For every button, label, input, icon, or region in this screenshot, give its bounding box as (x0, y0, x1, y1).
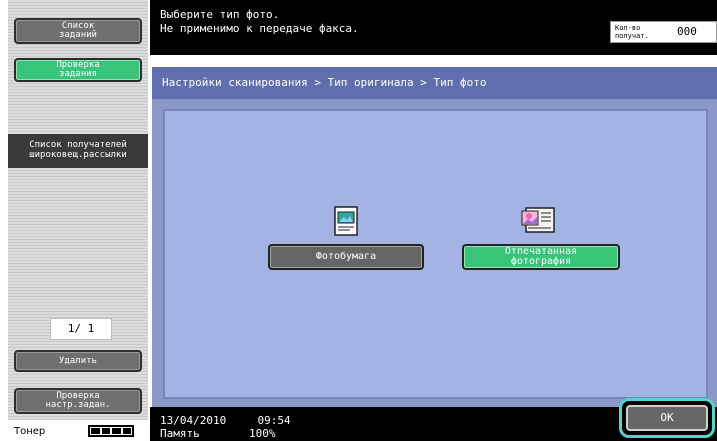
recipients-list-header: Список получателей широковещ.рассылки (8, 134, 148, 168)
page-indicator: 1/ 1 (50, 318, 112, 340)
job-check-label-line2: задания (59, 69, 97, 79)
job-list-button[interactable]: Список заданий (14, 18, 142, 44)
toner-gauge (88, 425, 134, 437)
photo-paper-label: Фотобумага (315, 251, 377, 262)
check-settings-label-line2: настр.задан. (45, 400, 111, 410)
time-value: 09:54 (257, 414, 291, 427)
recipients-header-line2: широковещ.рассылки (29, 150, 127, 160)
toner-label: Тонер (14, 426, 46, 437)
delete-label: Удалить (59, 355, 97, 366)
message-line1: Выберите тип фото. (160, 8, 280, 21)
photo-paper-icon (334, 206, 358, 240)
job-check-button[interactable]: Проверка задания (14, 58, 142, 82)
job-list-label-line2: заданий (59, 30, 97, 40)
check-settings-button[interactable]: Проверка настр.задан. (14, 388, 142, 414)
printed-photo-button[interactable]: Отпечатанная фотография (462, 244, 620, 270)
recipients-header-line1: Список получателей (29, 140, 127, 150)
recipient-count-box: Кол-во получат. 000 (610, 21, 717, 43)
memory-label: Память (160, 427, 200, 440)
memory-value: 100% (249, 427, 276, 440)
recipient-count-value: 000 (677, 25, 697, 38)
breadcrumb: Настройки сканирования > Тип оригинала >… (152, 67, 717, 99)
delete-button[interactable]: Удалить (14, 350, 142, 372)
printed-photo-label-line2: фотография (510, 256, 572, 267)
photo-paper-button[interactable]: Фотобумага (268, 244, 424, 270)
ok-button[interactable]: OK (626, 405, 708, 431)
printed-photo-icon (520, 205, 556, 239)
content-area (163, 109, 708, 399)
date-value: 13/04/2010 (160, 414, 227, 427)
recipient-count-label: Кол-во получат. (615, 24, 649, 40)
